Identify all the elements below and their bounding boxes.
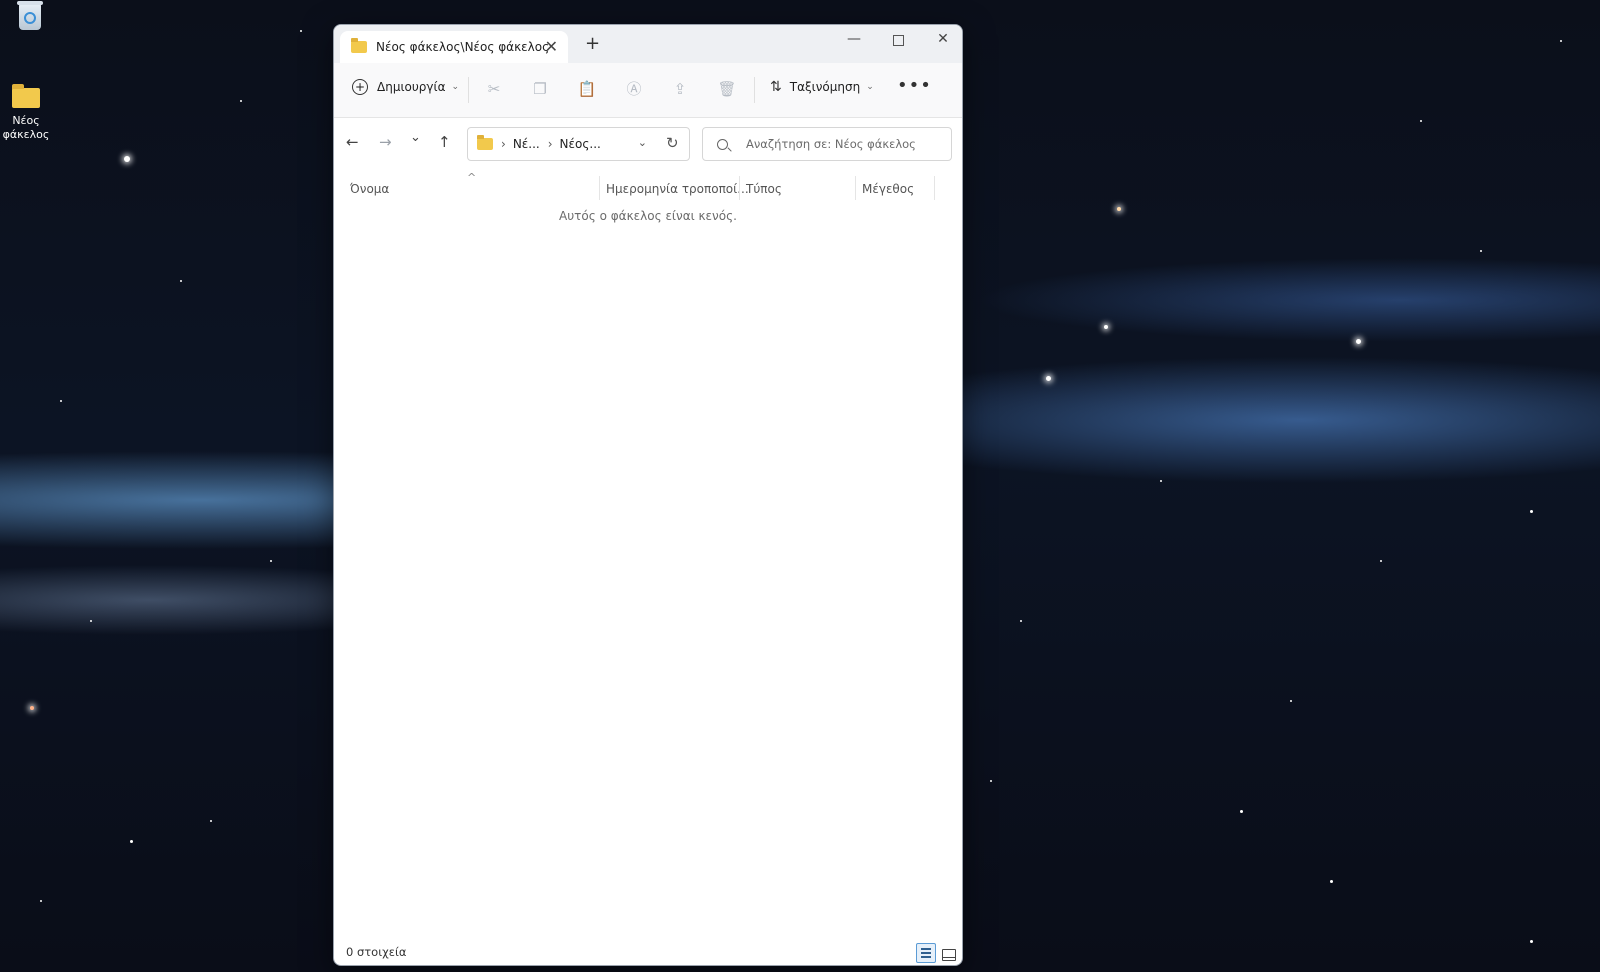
column-divider[interactable] xyxy=(599,176,600,200)
column-type[interactable]: Τύπος xyxy=(746,182,782,196)
column-name[interactable]: Όνομα xyxy=(350,182,389,196)
column-date-modified[interactable]: Ημερομηνία τροποποί... xyxy=(606,182,749,196)
sort-arrows-icon: ⇅ xyxy=(770,79,782,95)
desktop-folder-label: Νέος φάκελος xyxy=(2,114,50,141)
breadcrumb-separator: › xyxy=(547,137,553,151)
folder-icon xyxy=(477,135,493,150)
column-divider[interactable] xyxy=(855,176,856,200)
search-input[interactable] xyxy=(744,136,948,152)
sort-button[interactable]: ⇅ Ταξινόμηση ⌄ xyxy=(770,79,874,95)
sort-button-label: Ταξινόμηση xyxy=(789,80,861,94)
navigation-bar: ← → ⌄ ↑ › Νέ... › Νέος... ⌄ ↻ xyxy=(334,118,962,170)
details-view-button[interactable] xyxy=(916,943,936,963)
breadcrumb-item[interactable]: Νέ... xyxy=(513,137,540,151)
column-divider[interactable] xyxy=(934,176,935,200)
search-box[interactable] xyxy=(702,127,952,161)
toolbar-divider xyxy=(754,77,755,103)
address-dropdown-icon[interactable]: ⌄ xyxy=(638,136,647,149)
new-button-label: Δημιουργία xyxy=(377,80,446,94)
chevron-down-icon: ⌄ xyxy=(451,82,460,92)
desktop-folder[interactable]: Νέος φάκελος xyxy=(0,84,56,142)
refresh-button[interactable]: ↻ xyxy=(666,134,679,152)
status-item-count: 0 στοιχεία xyxy=(346,945,407,959)
command-bar: + Δημιουργία ⌄ ✂ ❐ 📋 Ⓐ ⇪ 🗑 ⇅ Ταξινόμηση … xyxy=(334,63,962,118)
tab-title: Νέος φάκελος\Νέος φάκελος xyxy=(376,40,550,54)
more-options-button[interactable]: ••• xyxy=(897,75,932,96)
maximize-icon xyxy=(892,35,904,46)
forward-button[interactable]: → xyxy=(379,133,392,151)
desktop-recycle-bin[interactable] xyxy=(0,1,60,30)
recycle-bin-icon xyxy=(17,1,43,30)
new-button[interactable]: + Δημιουργία ⌄ xyxy=(352,79,459,95)
toolbar-divider xyxy=(468,77,469,103)
column-headers: ^ Όνομα Ημερομηνία τροποποί... Τύπος Μέγ… xyxy=(334,170,962,204)
folder-icon xyxy=(12,84,40,108)
title-bar: Νέος φάκελος\Νέος φάκελος ✕ + — ✕ xyxy=(334,25,962,63)
column-divider[interactable] xyxy=(739,176,740,200)
share-icon[interactable]: ⇪ xyxy=(670,79,690,99)
copy-icon[interactable]: ❐ xyxy=(530,79,550,99)
search-icon xyxy=(717,138,728,150)
delete-icon[interactable]: 🗑 xyxy=(717,79,737,99)
rename-icon[interactable]: Ⓐ xyxy=(624,79,644,99)
plus-circle-icon: + xyxy=(352,79,368,95)
address-bar[interactable]: › Νέ... › Νέος... ⌄ xyxy=(467,127,690,161)
paste-icon[interactable]: 📋 xyxy=(577,79,597,99)
up-button[interactable]: ↑ xyxy=(438,133,451,151)
tab-close-icon[interactable]: ✕ xyxy=(545,37,558,56)
minimize-button[interactable]: — xyxy=(839,31,869,51)
new-tab-button[interactable]: + xyxy=(585,33,600,54)
column-size[interactable]: Μέγεθος xyxy=(862,182,914,196)
recent-locations-button[interactable]: ⌄ xyxy=(410,130,421,145)
file-explorer-window: Νέος φάκελος\Νέος φάκελος ✕ + — ✕ + Δημι… xyxy=(333,24,963,966)
breadcrumb-separator: › xyxy=(501,137,506,151)
sort-caret-icon: ^ xyxy=(467,171,477,184)
folder-icon xyxy=(351,38,367,53)
cut-icon[interactable]: ✂ xyxy=(484,79,504,99)
chevron-down-icon: ⌄ xyxy=(866,82,874,92)
maximize-button[interactable] xyxy=(883,31,913,51)
back-button[interactable]: ← xyxy=(346,133,359,151)
close-window-button[interactable]: ✕ xyxy=(928,31,958,51)
tiles-view-button[interactable] xyxy=(942,949,956,961)
tab-current-folder[interactable]: Νέος φάκελος\Νέος φάκελος ✕ xyxy=(340,31,568,63)
breadcrumb-item[interactable]: Νέος... xyxy=(560,137,601,151)
empty-folder-message: Αυτός ο φάκελος είναι κενός. xyxy=(559,209,737,223)
